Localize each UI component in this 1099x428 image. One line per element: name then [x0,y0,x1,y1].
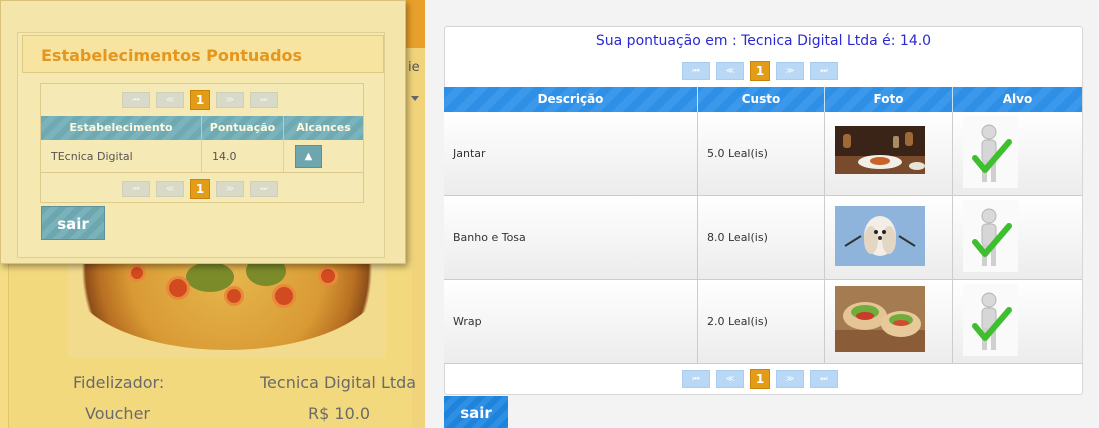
page-number-button[interactable]: 1 [750,369,770,389]
last-page-button[interactable]: ⏭ [810,62,838,80]
reward-cost: 5.0 Leal(is) [707,147,768,160]
column-header-alvo[interactable]: Alvo [953,87,1082,112]
column-header-foto[interactable]: Foto [825,87,953,112]
wrap-photo [835,286,925,352]
reward-description: Banho e Tosa [453,231,526,244]
last-page-button[interactable]: ⏭ [810,370,838,388]
rewards-pager-top: ⏮ ≪ 1 ≫ ⏭ [682,61,838,81]
last-page-button[interactable]: ⏭ [250,181,278,197]
prev-page-button[interactable]: ≪ [156,181,184,197]
background-strip-text: ie [408,60,420,75]
next-page-button[interactable]: ≫ [216,181,244,197]
page-number-button[interactable]: 1 [190,179,210,199]
first-page-button[interactable]: ⏮ [682,370,710,388]
page-number-button[interactable]: 1 [750,61,770,81]
fidelizador-label: Fidelizador: [73,373,165,392]
chevron-down-icon [411,96,419,101]
reward-cost: 2.0 Leal(is) [707,315,768,328]
establishments-pager-bottom: ⏮ ≪ 1 ≫ ⏭ [122,179,278,199]
fidelizador-value: Tecnica Digital Ltda [260,373,417,392]
column-header-estabelecimento[interactable]: Estabelecimento [41,116,202,140]
column-header-descricao[interactable]: Descrição [444,87,698,112]
pizza-image [68,262,386,358]
rewards-header-row: Descrição Custo Foto Alvo [444,87,1082,112]
sair-button[interactable]: sair [41,206,105,240]
next-page-button[interactable]: ≫ [216,92,244,108]
first-page-button[interactable]: ⏮ [122,181,150,197]
table-row[interactable]: Jantar 5.0 Leal(is) [444,112,1082,196]
prev-page-button[interactable]: ≪ [156,92,184,108]
reward-description: Wrap [453,315,482,328]
column-header-pontuacao[interactable]: Pontuação [202,116,284,140]
show-alcances-button[interactable]: ▲ [295,145,322,168]
next-page-button[interactable]: ≫ [776,62,804,80]
first-page-button[interactable]: ⏮ [122,92,150,108]
establishments-header-row: Estabelecimento Pontuação Alcances [41,116,363,140]
establishment-name: TEcnica Digital [41,140,202,172]
establishments-pager-top: ⏮ ≪ 1 ≫ ⏭ [122,90,278,110]
last-page-button[interactable]: ⏭ [250,92,278,108]
dinner-photo [835,126,925,174]
establishments-title: Estabelecimentos Pontuados [22,35,384,73]
rewards-pager-bottom: ⏮ ≪ 1 ≫ ⏭ [682,369,838,389]
reward-description: Jantar [453,147,486,160]
chevron-up-icon: ▲ [304,151,313,162]
column-header-custo[interactable]: Custo [698,87,825,112]
voucher-label: Voucher [85,404,150,423]
points-title: Sua pontuação em : Tecnica Digital Ltda … [595,33,932,49]
reward-cost: 8.0 Leal(is) [707,231,768,244]
column-header-alcances[interactable]: Alcances [284,116,363,140]
table-row[interactable]: Wrap 2.0 Leal(is) [444,280,1082,364]
target-figure-icon [963,284,1018,356]
prev-page-button[interactable]: ≪ [716,370,744,388]
next-page-button[interactable]: ≫ [776,370,804,388]
first-page-button[interactable]: ⏮ [682,62,710,80]
dog-grooming-photo [835,206,925,266]
page-number-button[interactable]: 1 [190,90,210,110]
target-figure-icon [963,200,1018,272]
table-row[interactable]: Banho e Tosa 8.0 Leal(is) [444,196,1082,280]
sair-button[interactable]: sair [444,396,508,428]
voucher-value: R$ 10.0 [308,404,371,423]
establishment-points: 14.0 [202,140,284,172]
prev-page-button[interactable]: ≪ [716,62,744,80]
target-figure-icon [963,116,1018,188]
background-tab [406,0,426,48]
